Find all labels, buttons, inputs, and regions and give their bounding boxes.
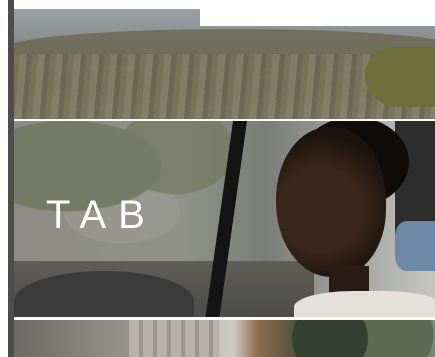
building-wall [129,320,219,357]
person-face [276,127,386,277]
overlay-title: TAB [46,193,157,237]
bush [365,47,435,107]
headrest [395,221,435,271]
person-shirt [294,291,435,317]
building-image-panel [14,320,435,357]
trees [285,320,435,357]
top-white-area [200,0,435,26]
